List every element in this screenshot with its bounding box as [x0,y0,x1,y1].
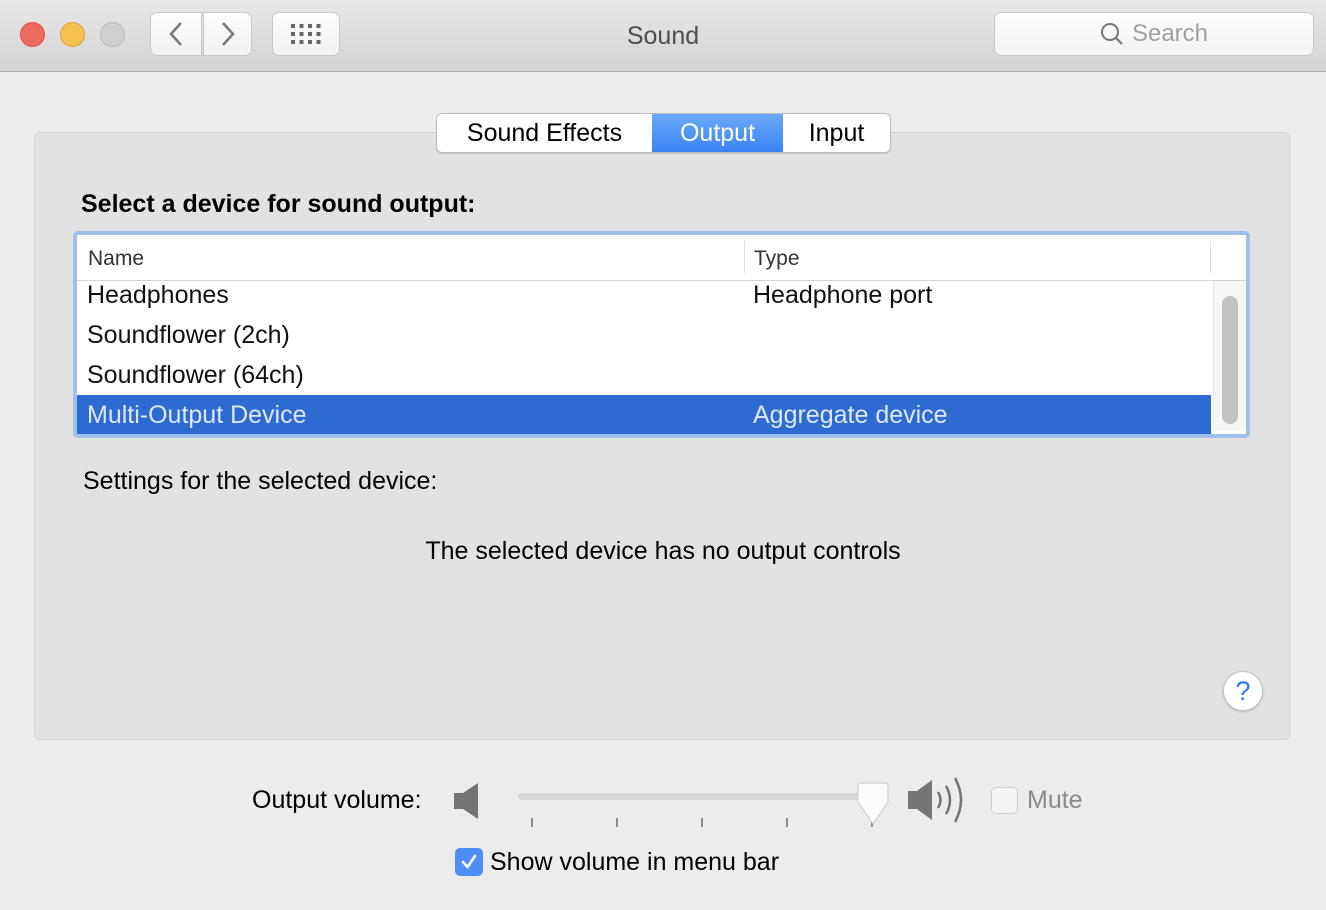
vertical-scrollbar[interactable] [1213,281,1246,431]
device-name: Headphones [87,281,229,309]
close-window-button[interactable] [20,22,45,47]
speaker-high-icon [908,777,963,823]
tab-bar: Sound Effects Output Input [436,113,891,153]
column-header-name[interactable]: Name [88,247,144,271]
search-icon [1100,23,1123,45]
slider-tick [786,818,788,827]
device-name: Multi-Output Device [87,401,307,429]
show-all-button[interactable] [272,12,340,56]
device-list-heading: Select a device for sound output: [81,190,476,218]
table-row[interactable]: Soundflower (64ch) [77,355,1211,395]
show-volume-checkbox[interactable] [455,848,483,876]
chevron-right-icon [221,22,235,46]
device-name: Soundflower (64ch) [87,361,304,389]
search-placeholder: Search [1131,20,1209,47]
scrollbar-thumb[interactable] [1222,296,1238,424]
column-header-type[interactable]: Type [754,247,800,271]
speaker-low-icon [454,783,478,819]
minimize-window-button[interactable] [60,22,85,47]
column-divider[interactable] [744,241,745,273]
grid-icon [291,24,321,44]
output-volume-label: Output volume: [252,786,422,814]
settings-label: Settings for the selected device: [83,467,438,495]
checkmark-icon [461,854,477,869]
help-button[interactable]: ? [1223,671,1263,711]
mute-label: Mute [1027,786,1083,814]
tab-sound-effects[interactable]: Sound Effects [437,114,652,152]
tab-input[interactable]: Input [783,114,890,152]
volume-slider-knob[interactable] [857,782,889,826]
tab-output[interactable]: Output [652,114,783,152]
device-rows: Headphones Headphone port Soundflower (2… [77,275,1211,434]
zoom-window-button[interactable] [100,22,125,47]
chevron-left-icon [169,22,182,46]
table-row[interactable]: Headphones Headphone port [77,275,1211,315]
table-row-selected[interactable]: Multi-Output Device Aggregate device [77,395,1211,434]
no-controls-message: The selected device has no output contro… [425,537,901,565]
device-type: Headphone port [753,281,933,309]
show-volume-label: Show volume in menu bar [490,848,780,876]
table-row[interactable]: Soundflower (2ch) [77,315,1211,355]
volume-slider[interactable] [518,793,873,800]
slider-tick [701,818,703,827]
slider-tick [616,818,618,827]
slider-tick [531,818,533,827]
device-name: Soundflower (2ch) [87,321,290,349]
mute-checkbox[interactable] [991,787,1018,814]
title-bar: Sound Search [0,0,1326,72]
column-divider[interactable] [1210,241,1211,273]
forward-button[interactable] [203,12,252,56]
table-header: Name Type [77,235,1246,281]
device-type: Aggregate device [753,401,948,429]
back-button[interactable] [150,12,202,56]
search-field[interactable]: Search [994,12,1314,56]
output-device-table[interactable]: Headphones Headphone port Soundflower (2… [73,231,1250,438]
